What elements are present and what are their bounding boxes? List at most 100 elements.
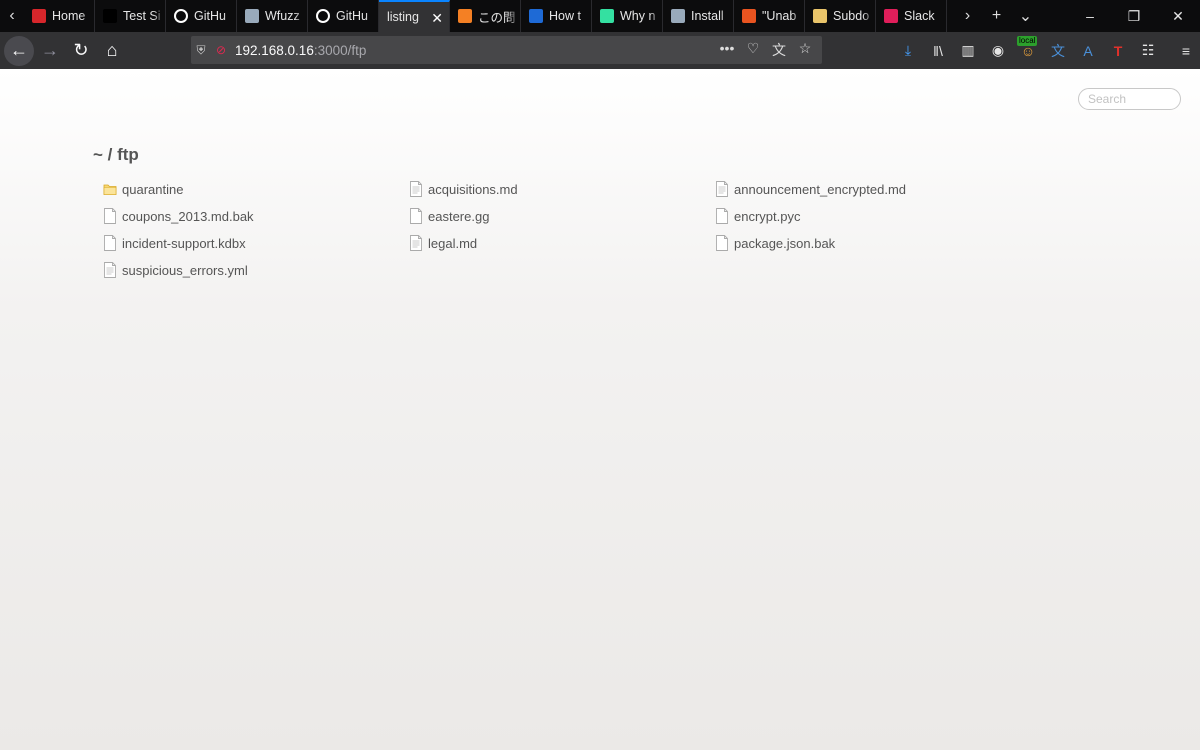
file-icon <box>103 235 117 251</box>
tab-title: Subdo <box>833 9 870 23</box>
file-icon <box>103 208 117 224</box>
file-item[interactable]: eastere.gg <box>409 208 715 224</box>
tab-title: Slack <box>904 9 935 23</box>
breadcrumb: ~ / ftp <box>93 145 139 164</box>
person-favicon-icon <box>813 9 827 23</box>
library-icon[interactable]: ‖\ <box>923 36 953 66</box>
tab-9[interactable]: Install <box>663 0 734 32</box>
url-path: :3000/ftp <box>313 42 367 58</box>
downloads-icon[interactable]: ⤓ <box>893 36 923 66</box>
local-badge: local <box>1017 35 1038 46</box>
minimize-icon[interactable]: – <box>1068 0 1112 32</box>
tripadvisor-icon <box>600 9 614 23</box>
insecure-lock-icon[interactable]: ⊘ <box>211 43 231 57</box>
file-item[interactable]: suspicious_errors.yml <box>103 262 409 278</box>
file-item[interactable]: package.json.bak <box>715 235 1021 251</box>
nav-bar: ← → ↻ ⌂ ⛨ ⊘ 192.168.0.16:3000/ftp ••• ♡ … <box>0 32 1200 69</box>
shield-icon[interactable]: ⛨ <box>191 43 211 58</box>
tab-list: Home Test Si GitHu Wfuzz GitHu listing ✕ この問 How… <box>24 0 947 32</box>
tab-title: How t <box>549 9 581 23</box>
blue-square-favicon-icon <box>529 9 543 23</box>
file-icon <box>409 208 423 224</box>
file-item[interactable]: announcement_encrypted.md <box>715 181 1021 197</box>
tab-title: Wfuzz <box>265 9 300 23</box>
bookmark-star-icon[interactable]: ☆ <box>794 40 816 60</box>
search-input[interactable] <box>1078 88 1181 110</box>
file-icon <box>715 208 729 224</box>
file-name[interactable]: encrypt.pyc <box>734 209 800 224</box>
language-extension-icon[interactable]: A <box>1073 36 1103 66</box>
tab-scroll-right-icon[interactable]: › <box>953 0 982 32</box>
file-item[interactable]: acquisitions.md <box>409 181 715 197</box>
tab-5[interactable]: listing ✕ <box>379 0 450 32</box>
tab-6[interactable]: この問 <box>450 0 521 32</box>
local-extension-icon[interactable]: ☺ local <box>1013 35 1043 66</box>
page-actions-icon[interactable]: ••• <box>716 40 738 60</box>
black-square-favicon-icon <box>103 9 117 23</box>
url-host: 192.168.0.16 <box>235 42 314 58</box>
file-item[interactable]: incident-support.kdbx <box>103 235 409 251</box>
file-item[interactable]: coupons_2013.md.bak <box>103 208 409 224</box>
forward-icon[interactable]: → <box>35 36 65 66</box>
sidebar-icon[interactable]: ▥ <box>953 36 983 66</box>
text-file-icon <box>409 181 423 197</box>
account-icon[interactable]: ◉ <box>983 36 1013 66</box>
file-name[interactable]: incident-support.kdbx <box>122 236 246 251</box>
file-list: quarantine acquisitions.md announcement_en… <box>103 181 1023 278</box>
url-bar[interactable]: ⛨ ⊘ 192.168.0.16:3000/ftp ••• ♡ 文 ☆ <box>191 36 822 64</box>
restore-icon[interactable]: ❐ <box>1112 0 1156 32</box>
translate-icon[interactable]: 文 <box>768 40 790 60</box>
file-name[interactable]: quarantine <box>122 182 183 197</box>
tab-7[interactable]: How t <box>521 0 592 32</box>
pocket-icon[interactable]: ♡ <box>742 40 764 60</box>
tab-2[interactable]: GitHu <box>166 0 237 32</box>
tab-0[interactable]: Home <box>24 0 95 32</box>
tab-strip: ‹ Home Test Si GitHu Wfuzz GitHu listing ✕ この問 H… <box>0 0 1200 32</box>
new-tab-icon[interactable]: + <box>982 0 1011 32</box>
askubuntu-icon <box>742 9 756 23</box>
file-item[interactable]: encrypt.pyc <box>715 208 1021 224</box>
list-all-tabs-icon[interactable]: ⌄ <box>1011 0 1040 32</box>
tab-11[interactable]: Subdo <box>805 0 876 32</box>
tab-title: Test Si <box>123 9 161 23</box>
tab-title: "Unab <box>762 9 797 23</box>
tab-1[interactable]: Test Si <box>95 0 166 32</box>
file-name[interactable]: package.json.bak <box>734 236 835 251</box>
translator-extension-icon[interactable]: 文 <box>1043 36 1073 66</box>
tab-title: GitHu <box>194 9 226 23</box>
text-file-icon <box>103 262 117 278</box>
menu-icon[interactable]: ≡ <box>1171 36 1200 66</box>
file-item[interactable]: legal.md <box>409 235 715 251</box>
t-extension-icon[interactable]: T <box>1103 36 1133 66</box>
back-icon[interactable]: ← <box>4 35 34 66</box>
doc-favicon-icon <box>671 9 685 23</box>
tab-title: GitHu <box>336 9 368 23</box>
extensions-grid-icon[interactable]: ☷ <box>1133 36 1163 66</box>
home-icon[interactable]: ⌂ <box>97 36 127 66</box>
stackoverflow-icon <box>458 9 472 23</box>
text-file-icon <box>715 181 729 197</box>
tab-12[interactable]: Slack <box>876 0 947 32</box>
file-name[interactable]: eastere.gg <box>428 209 489 224</box>
tab-3[interactable]: Wfuzz <box>237 0 308 32</box>
file-name[interactable]: suspicious_errors.yml <box>122 263 248 278</box>
folder-icon <box>103 181 117 197</box>
file-name[interactable]: announcement_encrypted.md <box>734 182 906 197</box>
tab-4[interactable]: GitHu <box>308 0 379 32</box>
file-name[interactable]: coupons_2013.md.bak <box>122 209 254 224</box>
tab-scroll-left-icon[interactable]: ‹ <box>0 0 24 32</box>
file-item[interactable]: quarantine <box>103 181 409 197</box>
file-name[interactable]: acquisitions.md <box>428 182 518 197</box>
github-icon <box>316 9 330 23</box>
slack-icon <box>884 9 898 23</box>
url-text[interactable]: 192.168.0.16:3000/ftp <box>235 43 366 58</box>
close-tab-icon[interactable]: ✕ <box>431 10 443 27</box>
file-name[interactable]: legal.md <box>428 236 477 251</box>
close-window-icon[interactable]: ✕ <box>1156 0 1200 32</box>
tab-8[interactable]: Why n <box>592 0 663 32</box>
tab-10[interactable]: "Unab <box>734 0 805 32</box>
home-favicon-icon <box>32 9 46 23</box>
page-content: ~ / ftp quarantine acquisitions.md announc… <box>0 69 1200 750</box>
reload-icon[interactable]: ↻ <box>66 36 96 66</box>
file-icon <box>715 235 729 251</box>
